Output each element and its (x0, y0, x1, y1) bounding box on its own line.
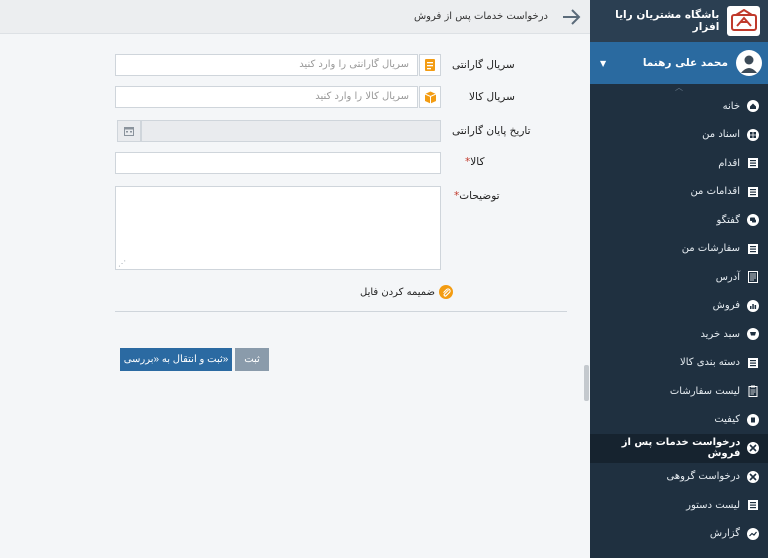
brand-bar: باشگاه مشتریان رایا افزار (590, 0, 768, 42)
address-icon (746, 270, 760, 284)
list-icon (746, 356, 760, 370)
cart-icon (746, 327, 760, 341)
sidebar-item-label: گزارش (709, 528, 740, 540)
product-label-text: کالا (470, 156, 485, 168)
sidebar-item[interactable]: اقدام (590, 149, 768, 178)
sidebar-menu: خانه اسناد من اقدام اقدامات من گفتگو سفارشات … (590, 92, 768, 548)
sidebar-item-label: درخواست گروهی (666, 471, 740, 483)
sidebar-item-label: لیست دستور (686, 499, 740, 511)
sidebar-item[interactable]: آدرس (590, 263, 768, 292)
sidebar-item[interactable]: درخواست گروهی (590, 463, 768, 492)
report-chart-icon (746, 527, 760, 541)
sidebar-item-label: گفتگو (716, 214, 740, 226)
submit-and-review-button[interactable]: «ثبت و انتقال به «بررسی (120, 348, 232, 371)
sidebar-item[interactable]: لیست سفارشات (590, 377, 768, 406)
back-arrow-icon[interactable] (560, 6, 582, 28)
warranty-end-input (141, 120, 441, 142)
submit-button[interactable]: ثبت (235, 348, 269, 371)
documents-icon (746, 128, 760, 142)
list-icon (746, 498, 760, 512)
sidebar-item[interactable]: گزارش (590, 520, 768, 549)
warranty-serial-label: سریال گارانتی (452, 59, 515, 71)
sidebar-item-label: دسته بندی کالا (680, 357, 740, 369)
warranty-end-label: تاریخ پایان گارانتی (452, 125, 531, 137)
sidebar-item[interactable]: درخواست خدمات پس از فروش (590, 434, 768, 463)
form-divider (115, 311, 567, 312)
tools-icon (746, 441, 760, 455)
sidebar-item-label: فروش (712, 300, 740, 312)
scrollbar-handle[interactable] (584, 365, 589, 401)
sidebar-item-label: اقدامات من (690, 186, 740, 198)
paperclip-icon (439, 285, 454, 299)
avatar (736, 50, 762, 76)
sidebar: باشگاه مشتریان رایا افزار محمد علی رهنما… (590, 0, 768, 558)
user-bar[interactable]: محمد علی رهنما ▼ (590, 42, 768, 84)
sidebar-item[interactable]: سفارشات من (590, 235, 768, 264)
list-icon (746, 185, 760, 199)
home-icon (746, 99, 760, 113)
sidebar-item[interactable]: فروش (590, 292, 768, 321)
sales-chart-icon (746, 299, 760, 313)
quality-icon (746, 413, 760, 427)
sidebar-item-label: سفارشات من (681, 243, 740, 255)
description-label-text: توضیحات (459, 190, 500, 202)
sidebar-item-label: اقدام (718, 157, 740, 169)
resize-handle-icon[interactable]: ⋰ (118, 259, 126, 268)
description-label: *توضیحات (452, 190, 500, 202)
page-header: درخواست خدمات پس از فروش (0, 0, 590, 34)
sidebar-item-label: کیفیت (714, 414, 740, 426)
raya-logo-icon (727, 6, 760, 36)
clipboard-icon (746, 384, 760, 398)
sidebar-item[interactable]: دسته بندی کالا (590, 349, 768, 378)
list-icon (746, 242, 760, 256)
attach-file-link[interactable]: ضمیمه کردن فایل (360, 285, 454, 299)
sidebar-item-label: لیست سفارشات (669, 385, 740, 397)
warranty-serial-input[interactable]: سریال گارانتی را وارد کنید (115, 54, 418, 76)
product-serial-label: سریال کالا (469, 91, 515, 103)
product-input[interactable] (115, 152, 441, 174)
list-icon (746, 156, 760, 170)
sidebar-item[interactable]: لیست دستور (590, 491, 768, 520)
box-icon (419, 86, 441, 108)
warranty-doc-icon (419, 54, 441, 76)
chevron-down-icon[interactable]: ▼ (600, 59, 606, 68)
sidebar-item-label: درخواست خدمات پس از فروش (621, 437, 741, 460)
product-serial-input[interactable]: سریال کالا را وارد کنید (115, 86, 418, 108)
sidebar-item-label: اسناد من (702, 129, 740, 141)
sidebar-item[interactable]: کیفیت (590, 406, 768, 435)
sidebar-item-label: خانه (722, 100, 740, 112)
chat-icon (746, 213, 760, 227)
sidebar-item-label: سبد خرید (700, 328, 740, 340)
sidebar-item[interactable]: اسناد من (590, 121, 768, 150)
attach-file-label: ضمیمه کردن فایل (360, 286, 436, 298)
description-textarea[interactable]: ⋰ (115, 186, 441, 270)
sidebar-item[interactable]: اقدامات من (590, 178, 768, 207)
sidebar-item[interactable]: خانه (590, 92, 768, 121)
page-title: درخواست خدمات پس از فروش (413, 11, 548, 22)
sidebar-item[interactable]: گفتگو (590, 206, 768, 235)
brand-title: باشگاه مشتریان رایا افزار (615, 9, 720, 33)
user-name: محمد علی رهنما (642, 57, 728, 69)
product-label: *کالا (463, 156, 484, 168)
sidebar-item-label: آدرس (715, 271, 740, 283)
calendar-icon (117, 120, 141, 142)
chevron-up-icon[interactable]: ︿ (590, 84, 768, 92)
tools-icon (746, 470, 760, 484)
sidebar-item[interactable]: سبد خرید (590, 320, 768, 349)
